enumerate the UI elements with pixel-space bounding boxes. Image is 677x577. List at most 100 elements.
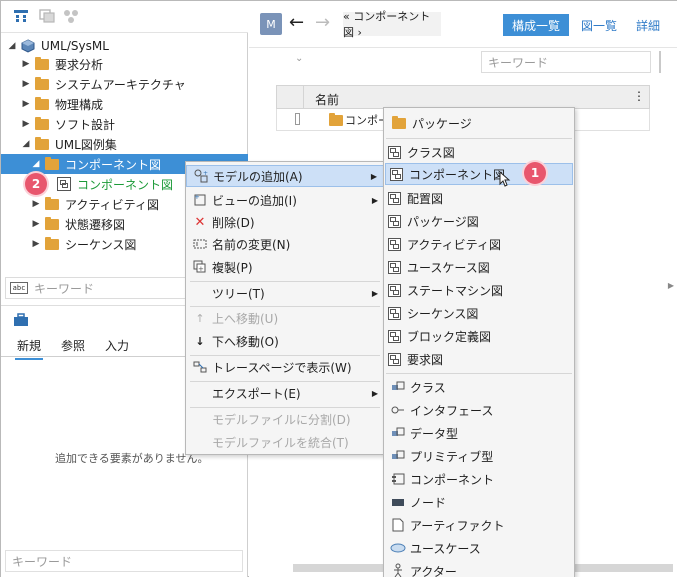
tree-item-requirements[interactable]: ▶ 要求分析	[1, 54, 248, 74]
submenu-item-sequence-diagram[interactable]: シーケンス図	[384, 302, 574, 324]
submenu-item-actor[interactable]: アクター	[384, 560, 574, 577]
tree-item-software-design[interactable]: ▶ ソフト設計	[1, 114, 248, 134]
tree-item-uml-examples[interactable]: ◢ UML図例集	[1, 134, 248, 154]
collapsed-arrow-icon[interactable]: ▶	[21, 79, 31, 89]
scrollbar-v[interactable]	[659, 51, 661, 73]
chevron-down-icon[interactable]: ⌄	[295, 53, 303, 64]
submenu-item-usecase-diagram[interactable]: ユースケース図	[384, 256, 574, 278]
menu-item-move-down[interactable]: ↓ 下へ移動(O)	[186, 330, 384, 352]
tab-details[interactable]: 詳細	[633, 14, 663, 36]
tree-view-icon[interactable]	[13, 9, 29, 23]
menu-item-tree[interactable]: ツリー(T) ▶	[186, 282, 384, 304]
class-icon	[390, 379, 406, 395]
menu-item-split-file[interactable]: モデルファイルに分割(D)	[186, 408, 384, 430]
hierarchy-icon[interactable]	[63, 9, 79, 23]
usecase-icon	[390, 540, 406, 556]
submenu-item-component[interactable]: コンポーネント	[384, 468, 574, 490]
keyword-input[interactable]: キーワード	[481, 51, 651, 73]
expanded-arrow-icon[interactable]: ◢	[31, 159, 41, 169]
submenu-item-interface[interactable]: インタフェース	[384, 399, 574, 421]
submenu-item-block-definition-diagram[interactable]: ブロック定義図	[384, 325, 574, 347]
tree-item-architecture[interactable]: ▶ システムアーキテクチャ	[1, 74, 248, 94]
submenu-item-activity-diagram[interactable]: アクティビティ図	[384, 233, 574, 255]
model-badge[interactable]: M	[260, 13, 282, 35]
tab-input[interactable]: 入力	[105, 337, 129, 354]
menu-item-move-up[interactable]: ↑ 上へ移動(U)	[186, 307, 384, 329]
column-name-header[interactable]: 名前	[315, 91, 339, 108]
submenu-item-class[interactable]: クラス	[384, 376, 574, 398]
tree-item-physical[interactable]: ▶ 物理構成	[1, 94, 248, 114]
submenu-item-package-diagram[interactable]: パッケージ図	[384, 210, 574, 232]
down-arrow-icon: ↓	[195, 334, 205, 348]
duplicate-icon: +	[192, 259, 208, 275]
search-input[interactable]: キーワード	[34, 280, 94, 297]
collapsed-arrow-icon[interactable]: ▶	[21, 99, 31, 109]
submenu-item-statemachine-diagram[interactable]: ステートマシン図	[384, 279, 574, 301]
collapsed-arrow-icon[interactable]: ▶	[31, 199, 41, 209]
tab-reference[interactable]: 参照	[61, 337, 85, 354]
palette-search[interactable]: キーワード	[5, 550, 243, 572]
menu-item-rename[interactable]: 名前の変更(N)	[186, 233, 384, 255]
collapsed-arrow-icon[interactable]: ▶	[31, 219, 41, 229]
block-diagram-icon	[388, 329, 401, 343]
deployment-diagram-icon	[388, 191, 401, 205]
menu-label: アーティファクト	[410, 518, 505, 533]
menu-label: コンポーネント図	[409, 167, 506, 182]
submenu-arrow-icon: ▶	[371, 388, 378, 398]
submenu-item-package[interactable]: パッケージ	[384, 112, 574, 134]
tab-structure-list[interactable]: 構成一覧	[503, 14, 569, 36]
expanded-arrow-icon[interactable]: ◢	[7, 41, 17, 51]
menu-item-export[interactable]: エクスポート(E) ▶	[186, 382, 384, 404]
statemachine-diagram-icon	[388, 283, 401, 297]
list-toolbar: ⌄ キーワード	[249, 47, 677, 75]
folder-icon	[35, 56, 49, 70]
abc-filter-icon[interactable]: abc	[10, 282, 28, 294]
collapsed-arrow-icon[interactable]: ▶	[31, 239, 41, 249]
breadcrumb[interactable]: « コンポーネント図 ›	[343, 10, 441, 39]
component-icon	[390, 471, 406, 487]
forward-button[interactable]: →	[315, 13, 330, 33]
tree-label: シーケンス図	[65, 237, 137, 252]
tree-root-uml-sysml[interactable]: ◢ UML/SysML	[1, 36, 248, 56]
sequence-diagram-icon	[388, 306, 401, 320]
add-model-submenu: パッケージ クラス図 コンポーネント図 配置図 パッケージ図 アクティビティ図 …	[383, 107, 575, 577]
submenu-item-deployment-diagram[interactable]: 配置図	[384, 187, 574, 209]
component-diagram-icon	[390, 167, 403, 181]
rename-icon	[192, 236, 208, 252]
back-button[interactable]: ←	[289, 13, 304, 33]
collapsed-arrow-icon[interactable]: ▶	[21, 119, 31, 129]
tree-toolbar	[1, 1, 248, 33]
submenu-item-node[interactable]: ノード	[384, 491, 574, 513]
submenu-item-usecase[interactable]: ユースケース	[384, 537, 574, 559]
table-header: 名前 ⋮	[276, 85, 650, 109]
submenu-item-class-diagram[interactable]: クラス図	[384, 141, 574, 163]
collapsed-arrow-icon[interactable]: ▶	[21, 59, 31, 69]
row-checkbox[interactable]	[295, 113, 300, 125]
menu-label: ユースケース	[410, 541, 481, 556]
column-menu-icon[interactable]: ⋮	[633, 89, 645, 103]
node-icon	[390, 494, 406, 510]
component-diagram-icon	[57, 177, 71, 191]
submenu-item-primitive[interactable]: プリミティブ型	[384, 445, 574, 467]
submenu-item-requirement-diagram[interactable]: 要求図	[384, 348, 574, 370]
folder-icon	[45, 196, 59, 210]
tab-diagram-list[interactable]: 図一覧	[580, 14, 618, 36]
menu-item-duplicate[interactable]: + 複製(P)	[186, 256, 384, 278]
app-window: ◢ UML/SysML ▶ 要求分析 ▶ システムアーキテクチャ ▶ 物理構成 …	[0, 0, 677, 577]
menu-item-delete[interactable]: ✕ 削除(D)	[186, 211, 384, 233]
submenu-item-artifact[interactable]: アーティファクト	[384, 514, 574, 536]
tab-new[interactable]: 新規	[14, 337, 44, 360]
tree-label: 物理構成	[55, 97, 104, 112]
add-model-icon: +	[193, 168, 209, 184]
menu-item-trace-page[interactable]: トレースページで表示(W)	[186, 356, 384, 378]
tree-label: ソフト設計	[55, 117, 116, 132]
menu-item-add-view[interactable]: + ビューの追加(I) ▶	[186, 189, 384, 211]
submenu-item-datatype[interactable]: データ型	[384, 422, 574, 444]
right-expand-icon[interactable]: ▶	[668, 281, 674, 290]
menu-item-add-model[interactable]: + モデルの追加(A) ▶	[186, 165, 384, 187]
menu-item-merge-file[interactable]: モデルファイルを統合(T)	[186, 431, 384, 453]
copy-view-icon[interactable]	[39, 9, 55, 23]
search-input[interactable]: キーワード	[12, 553, 72, 570]
expanded-arrow-icon[interactable]: ◢	[21, 139, 31, 149]
menu-label: ビューの追加(I)	[212, 193, 297, 208]
